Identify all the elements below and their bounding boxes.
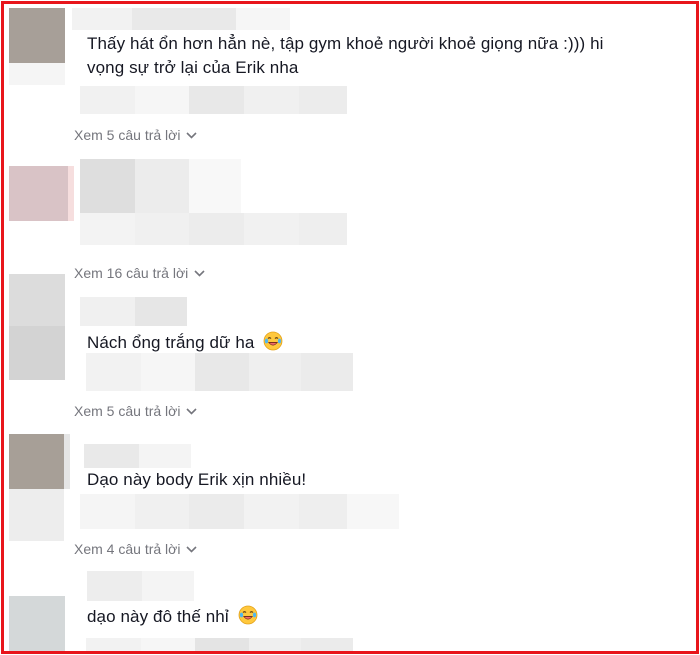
view-replies-button[interactable]: Xem 4 câu trả lời — [74, 539, 198, 559]
meta-pixelated — [189, 86, 244, 114]
meta-pixelated — [195, 638, 249, 651]
comment-text-pixelated — [189, 213, 244, 245]
meta-pixelated — [301, 353, 353, 391]
comment-text-pixelated — [299, 213, 347, 245]
meta-pixelated — [80, 494, 135, 529]
username-pixelated[interactable] — [80, 297, 135, 326]
view-replies-button[interactable]: Xem 16 câu trả lời — [74, 263, 205, 283]
avatar-lower — [9, 326, 65, 380]
chevron-down-icon — [186, 131, 198, 139]
meta-pixelated — [301, 638, 353, 651]
meta-pixelated — [249, 638, 301, 651]
meta-pixelated — [249, 353, 301, 391]
chevron-down-icon — [194, 269, 205, 277]
username-pixelated — [236, 8, 290, 30]
avatar[interactable] — [9, 274, 65, 326]
username-pixelated[interactable] — [72, 8, 132, 30]
username-pixelated — [135, 297, 187, 326]
meta-pixelated — [299, 86, 347, 114]
avatar-shadow — [9, 63, 65, 85]
avatar[interactable] — [9, 8, 65, 63]
username-pixelated — [132, 8, 236, 30]
view-replies-label: Xem 16 câu trả lời — [74, 265, 189, 281]
comment-text: Thấy hát ổn hơn hẳn nè, tập gym khoẻ ngư… — [87, 34, 604, 53]
comment-text-pixelated — [244, 213, 299, 245]
avatar-edge — [68, 166, 74, 221]
meta-pixelated — [135, 86, 189, 114]
comment-text-pixelated — [135, 213, 189, 245]
meta-pixelated — [244, 494, 299, 529]
comment-section-screenshot: Thấy hát ổn hơn hẳn nè, tập gym khoẻ ngư… — [1, 1, 699, 654]
username-pixelated[interactable] — [87, 571, 142, 601]
meta-pixelated — [86, 353, 141, 391]
comment-text-pixelated — [80, 213, 135, 245]
meta-pixelated — [135, 494, 189, 529]
view-replies-label: Xem 5 câu trả lời — [74, 127, 181, 143]
laughing-tears-emoji-icon — [238, 605, 257, 625]
username-pixelated — [189, 159, 241, 213]
username-pixelated — [139, 444, 191, 468]
view-replies-button[interactable]: Xem 5 câu trả lời — [74, 125, 198, 145]
laughing-tears-emoji-icon — [263, 331, 283, 351]
meta-pixelated — [347, 494, 399, 529]
chevron-down-icon — [186, 545, 198, 553]
view-replies-button[interactable]: Xem 5 câu trả lời — [74, 401, 198, 421]
meta-pixelated — [299, 494, 347, 529]
avatar[interactable] — [9, 166, 73, 221]
avatar[interactable] — [9, 596, 65, 651]
meta-pixelated — [189, 494, 244, 529]
username-pixelated — [135, 159, 189, 213]
avatar[interactable] — [9, 434, 64, 489]
meta-pixelated — [195, 353, 249, 391]
view-replies-label: Xem 4 câu trả lời — [74, 541, 181, 557]
comment-text: dạo này đô thế nhỉ — [87, 604, 258, 630]
comment-text: Dạo này body Erik xịn nhiều! — [87, 470, 307, 489]
meta-pixelated — [141, 638, 195, 651]
comment-text: vọng sự trở lại của Erik nha — [87, 58, 299, 77]
username-pixelated[interactable] — [80, 159, 135, 213]
avatar-lower — [9, 489, 64, 541]
chevron-down-icon — [186, 407, 198, 415]
meta-pixelated — [141, 353, 195, 391]
username-pixelated — [142, 571, 194, 601]
meta-pixelated — [244, 86, 299, 114]
meta-pixelated — [80, 86, 135, 114]
avatar-edge — [64, 434, 70, 489]
meta-pixelated — [86, 638, 141, 651]
username-pixelated[interactable] — [84, 444, 139, 468]
view-replies-label: Xem 5 câu trả lời — [74, 403, 181, 419]
